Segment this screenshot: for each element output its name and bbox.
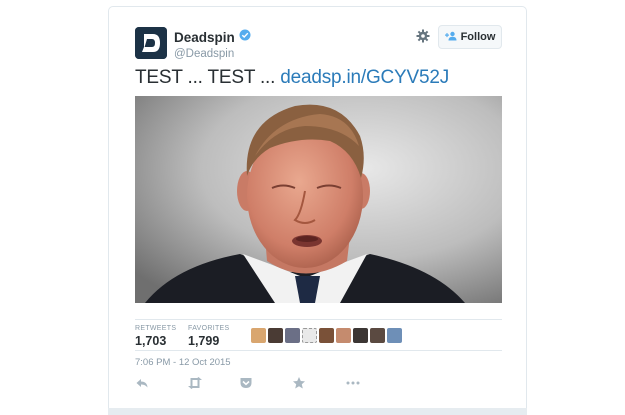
favorites-count: 1,799 <box>188 334 220 348</box>
favoriter-avatar[interactable] <box>285 328 300 343</box>
follow-label: Follow <box>460 31 496 43</box>
favoriter-avatar[interactable] <box>353 328 368 343</box>
favoriter-avatar[interactable] <box>319 328 334 343</box>
favoriter-avatar[interactable] <box>387 328 402 343</box>
account-handle[interactable]: @Deadspin <box>174 48 251 60</box>
tweet-text-prefix: TEST ... TEST ... <box>135 67 281 88</box>
reply-icon[interactable] <box>135 376 151 392</box>
more-icon[interactable] <box>345 376 361 392</box>
favoriter-avatar[interactable] <box>251 328 266 343</box>
avatar[interactable] <box>135 27 167 59</box>
media-photo-image <box>135 96 502 303</box>
favoriter-avatar[interactable] <box>370 328 385 343</box>
tweet-card: Deadspin @Deadspin Follow TEST ... TEST … <box>108 6 527 408</box>
tweet-media-photo[interactable] <box>135 96 502 303</box>
account-name[interactable]: Deadspin <box>174 30 235 45</box>
tweet-timestamp[interactable]: 7:06 PM - 12 Oct 2015 <box>135 357 231 368</box>
tweet-link[interactable]: deadsp.in/GCYV52J <box>280 67 449 88</box>
favorite-star-icon[interactable] <box>292 376 308 392</box>
favoriter-avatar[interactable] <box>268 328 283 343</box>
deadspin-logo-icon <box>135 27 167 59</box>
favorites-stat[interactable]: FAVORITES 1,799 <box>188 325 229 348</box>
verified-icon <box>239 28 251 46</box>
retweets-count: 1,703 <box>135 334 167 348</box>
gear-icon[interactable] <box>416 29 430 43</box>
follow-button[interactable]: Follow <box>438 25 502 49</box>
favoriters-avatars <box>251 328 402 343</box>
retweets-label: RETWEETS <box>135 325 177 332</box>
retweet-icon[interactable] <box>187 376 203 392</box>
favorites-label: FAVORITES <box>188 325 230 332</box>
tweet-stats: RETWEETS 1,703 FAVORITES 1,799 <box>135 319 502 351</box>
follow-person-icon <box>444 31 457 44</box>
favoriter-avatar[interactable] <box>302 328 317 343</box>
tweet-text: TEST ... TEST ... deadsp.in/GCYV52J <box>135 67 449 89</box>
retweets-stat[interactable]: RETWEETS 1,703 <box>135 325 176 348</box>
favoriter-avatar[interactable] <box>336 328 351 343</box>
account-info: Deadspin @Deadspin <box>174 28 251 60</box>
pocket-icon[interactable] <box>239 376 255 392</box>
card-footer-strip <box>108 408 527 415</box>
